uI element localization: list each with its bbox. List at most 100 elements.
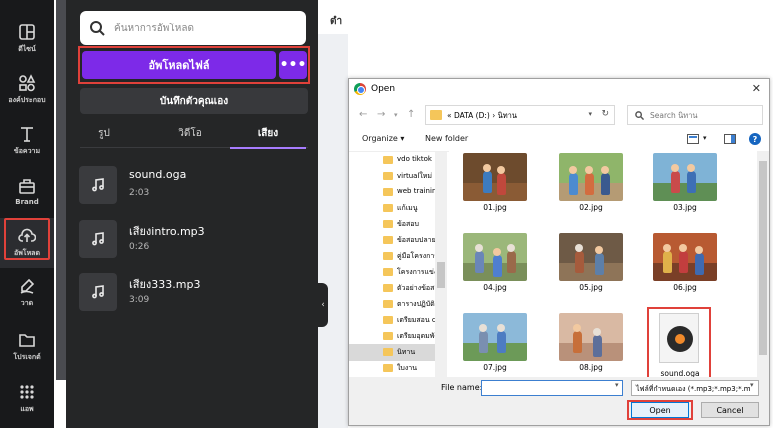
audio-duration: 3:09: [129, 295, 150, 305]
file-name-input[interactable]: [481, 380, 623, 396]
editor-top-text: ตำ: [330, 16, 343, 27]
audio-item[interactable]: sound.oga 2:03: [79, 166, 307, 208]
tree-item-selected[interactable]: นิทาน: [349, 344, 435, 361]
recent-locations-icon[interactable]: ▾: [394, 111, 398, 119]
tree-scrollbar[interactable]: [435, 152, 447, 377]
tree-item[interactable]: web training: [349, 184, 435, 201]
audio-file-icon: [659, 313, 699, 363]
rail-item-uploads[interactable]: อัพโหลด: [0, 218, 54, 268]
file-item[interactable]: 08.jpg: [551, 313, 631, 377]
audio-item[interactable]: เสียงintro.mp3 0:26: [79, 220, 307, 262]
folder-icon: [383, 156, 393, 164]
tab-videos[interactable]: วิดีโอ: [160, 118, 220, 148]
rail-item-brand[interactable]: Brand: [0, 166, 54, 216]
up-arrow-icon[interactable]: ↑: [407, 109, 415, 120]
file-name: 04.jpg: [483, 283, 507, 292]
brand-icon: [19, 178, 35, 194]
file-item-sound[interactable]: sound.oga: [645, 307, 725, 377]
pen-icon: [20, 278, 35, 294]
tree-item[interactable]: โครงการแข่งขัน: [349, 264, 435, 281]
tree-item[interactable]: vdo tiktok: [349, 152, 435, 169]
file-name: 05.jpg: [579, 283, 603, 292]
tree-item[interactable]: เตรียมอุดมพัฒน: [349, 328, 435, 345]
file-item[interactable]: 03.jpg: [645, 153, 725, 225]
view-options-icon[interactable]: [687, 134, 699, 144]
folder-icon: [383, 188, 393, 196]
search-input[interactable]: [114, 22, 294, 34]
tree-item[interactable]: ใบงาน: [349, 360, 435, 377]
help-icon[interactable]: ?: [749, 133, 761, 145]
scrollbar-thumb[interactable]: [759, 161, 767, 355]
file-item[interactable]: 04.jpg: [455, 233, 535, 305]
audio-name: เสียง333.mp3: [129, 278, 201, 291]
audio-thumbnail: [79, 273, 117, 311]
address-bar[interactable]: « DATA (D:) › นิทาน ▾ ↻: [425, 105, 615, 125]
dialog-search-box: [627, 105, 763, 125]
rail-item-design[interactable]: ดีไซน์: [0, 14, 54, 64]
file-item[interactable]: 02.jpg: [551, 153, 631, 225]
navigation-row: ← → ▾ ↑ « DATA (D:) › นิทาน ▾ ↻: [349, 104, 769, 128]
tree-item[interactable]: ตารางปฏิบัติงาน: [349, 296, 435, 313]
tree-item[interactable]: ข้อสอบ: [349, 216, 435, 233]
upload-files-button[interactable]: อัพโหลดไฟล์: [82, 51, 276, 79]
tree-item[interactable]: ข้อสอบปลายภาค: [349, 232, 435, 249]
file-name: 02.jpg: [579, 203, 603, 212]
folder-icon: [383, 268, 393, 276]
forward-arrow-icon[interactable]: →: [377, 109, 385, 120]
image-thumbnail: [559, 153, 623, 201]
rail-item-projects[interactable]: โปรเจกต์: [0, 322, 54, 372]
close-icon[interactable]: ✕: [752, 82, 761, 95]
audio-duration: 0:26: [129, 242, 150, 252]
tree-item[interactable]: คู่มือโครงการพพ: [349, 248, 435, 265]
rail-item-apps[interactable]: แอพ: [0, 374, 54, 424]
chevron-down-icon[interactable]: ▾: [588, 110, 592, 118]
file-item[interactable]: 05.jpg: [551, 233, 631, 305]
tree-item[interactable]: แก้เมนู: [349, 200, 435, 217]
file-item[interactable]: 06.jpg: [645, 233, 725, 305]
file-name-label: File name:: [441, 383, 483, 392]
rail-item-elements[interactable]: องค์ประกอบ: [0, 65, 54, 115]
file-grid-scrollbar[interactable]: [757, 151, 769, 377]
rail-item-draw[interactable]: วาด: [0, 268, 54, 318]
rail-scrollbar[interactable]: [56, 0, 66, 380]
text-icon: [21, 127, 33, 142]
new-folder-button[interactable]: New folder: [425, 134, 468, 143]
file-item[interactable]: 07.jpg: [455, 313, 535, 377]
tree-item[interactable]: virtualใหม่: [349, 168, 435, 185]
cancel-button[interactable]: Cancel: [701, 402, 759, 418]
file-name: 06.jpg: [673, 283, 697, 292]
address-path: « DATA (D:) › นิทาน: [447, 111, 518, 120]
scrollbar-thumb[interactable]: [437, 262, 445, 288]
folder-icon: [383, 172, 393, 180]
chevron-down-icon[interactable]: ▾: [615, 381, 619, 389]
file-item[interactable]: 01.jpg: [455, 153, 535, 225]
refresh-icon[interactable]: ↻: [601, 109, 609, 119]
tree-item[interactable]: เตรียมสอน canva: [349, 312, 435, 329]
tab-images[interactable]: รูป: [80, 118, 128, 148]
file-type-select[interactable]: ไฟล์ที่กำหนดเอง (*.mp3;*.mp3;*.m: [631, 380, 759, 396]
rail-item-text[interactable]: ข้อความ: [0, 116, 54, 166]
rail-item-label: วาด: [20, 299, 34, 307]
more-options-button[interactable]: •••: [279, 51, 307, 79]
audio-item[interactable]: เสียง333.mp3 3:09: [79, 273, 307, 315]
organize-button[interactable]: Organize ▾: [362, 134, 404, 143]
folder-icon: [383, 348, 393, 356]
record-yourself-button[interactable]: บันทึกตัวคุณเอง: [80, 88, 308, 114]
audio-thumbnail: [79, 220, 117, 258]
preview-pane-icon[interactable]: [724, 134, 736, 144]
collapse-panel-button[interactable]: ‹: [318, 283, 328, 327]
tree-item[interactable]: ตัวอย่างข้อสอบ: [349, 280, 435, 297]
open-button[interactable]: Open: [631, 402, 689, 418]
chevron-down-icon[interactable]: ▾: [703, 134, 707, 142]
chevron-down-icon[interactable]: ▾: [750, 381, 754, 389]
back-arrow-icon[interactable]: ←: [359, 109, 367, 120]
rail-item-label: โปรเจกต์: [13, 353, 41, 361]
image-thumbnail: [559, 233, 623, 281]
dialog-search-input[interactable]: [650, 109, 758, 121]
tab-audio[interactable]: เสียง: [230, 118, 306, 149]
file-name: 01.jpg: [483, 203, 507, 212]
file-name: 08.jpg: [579, 363, 603, 372]
folder-tree: vdo tiktok virtualใหม่ web training แก้เ…: [349, 151, 449, 377]
rail-item-label: แอพ: [20, 405, 34, 413]
music-note-icon: [92, 178, 104, 192]
